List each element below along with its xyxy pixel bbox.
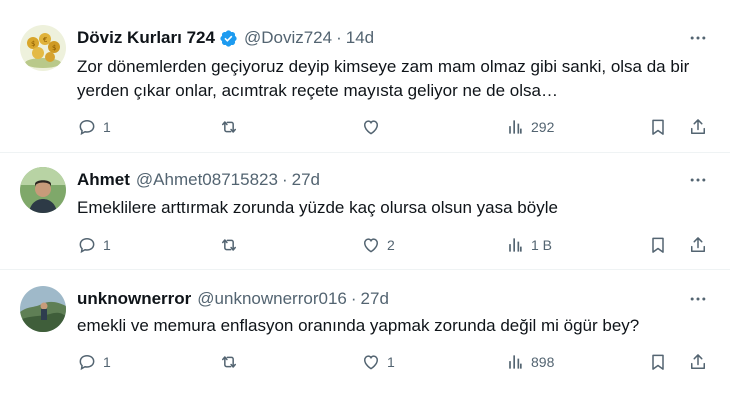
tweet-header: Döviz Kurları 724 @Doviz724 · 14d bbox=[77, 27, 374, 49]
retweet-icon bbox=[222, 121, 236, 133]
tweet-actions: 1 2 1 B bbox=[77, 232, 717, 258]
tweet-actions: 1 292 bbox=[77, 114, 717, 140]
display-name[interactable]: Döviz Kurları 724 bbox=[77, 28, 215, 48]
display-name[interactable]: Ahmet bbox=[77, 170, 130, 190]
bookmark-button[interactable] bbox=[648, 232, 668, 258]
bookmark-icon bbox=[652, 119, 664, 135]
views-icon bbox=[509, 238, 522, 252]
retweet-button[interactable] bbox=[219, 232, 245, 258]
coins-avatar-image: $ € $ bbox=[20, 25, 66, 71]
reply-count: 1 bbox=[103, 237, 111, 253]
tweet-3[interactable]: unknownerror @unknownerror016 · 27d emek… bbox=[0, 270, 730, 420]
retweet-icon bbox=[222, 356, 236, 368]
avatar[interactable]: $ € $ bbox=[20, 25, 66, 71]
like-button[interactable] bbox=[361, 114, 387, 140]
display-name[interactable]: unknownerror bbox=[77, 289, 191, 309]
more-icon[interactable] bbox=[686, 287, 710, 311]
retweet-button[interactable] bbox=[219, 114, 245, 140]
person-avatar-image bbox=[20, 167, 66, 213]
svg-text:€: € bbox=[43, 36, 47, 44]
tweet-2[interactable]: Ahmet @Ahmet08715823 · 27d Emeklilere ar… bbox=[0, 153, 730, 269]
reply-button[interactable]: 1 bbox=[77, 349, 111, 375]
tweet-text: Emeklilere arttırmak zorunda yüzde kaç o… bbox=[77, 198, 558, 217]
more-icon[interactable] bbox=[686, 168, 710, 192]
timestamp[interactable]: 27d bbox=[292, 170, 320, 190]
views-count: 898 bbox=[531, 354, 555, 370]
views-count: 292 bbox=[531, 119, 555, 135]
bookmark-icon bbox=[652, 237, 664, 253]
tweet-text: emekli ve memura enflasyon oranında yapm… bbox=[77, 316, 640, 335]
timestamp[interactable]: 27d bbox=[361, 289, 389, 309]
separator-dot: · bbox=[281, 170, 288, 189]
views-icon bbox=[509, 120, 522, 134]
verified-badge-icon bbox=[219, 29, 238, 48]
reply-icon bbox=[79, 119, 95, 136]
share-button[interactable] bbox=[688, 114, 708, 140]
more-icon[interactable] bbox=[686, 26, 710, 50]
bookmark-button[interactable] bbox=[648, 114, 668, 140]
share-icon bbox=[691, 354, 705, 369]
views-button[interactable]: 292 bbox=[505, 114, 554, 140]
reply-button[interactable]: 1 bbox=[77, 114, 111, 140]
separator-dot: · bbox=[336, 28, 342, 47]
reply-count: 1 bbox=[103, 354, 111, 370]
svg-text:$: $ bbox=[52, 44, 56, 52]
views-count: 1 B bbox=[531, 237, 553, 253]
reply-icon bbox=[79, 354, 95, 371]
reply-icon bbox=[79, 237, 95, 254]
like-button[interactable]: 2 bbox=[361, 232, 395, 258]
reply-count: 1 bbox=[103, 119, 111, 135]
share-icon bbox=[691, 119, 705, 134]
views-button[interactable]: 1 B bbox=[505, 232, 552, 258]
handle[interactable]: @unknownerror016 bbox=[197, 289, 347, 309]
landscape-avatar-image bbox=[20, 286, 66, 332]
separator-dot: · bbox=[350, 289, 357, 308]
tweet-text: Zor dönemlerden geçiyoruz deyip kimseye … bbox=[77, 57, 690, 100]
handle[interactable]: @Doviz724 bbox=[244, 28, 332, 48]
handle[interactable]: @Ahmet08715823 bbox=[136, 170, 278, 190]
like-button[interactable]: 1 bbox=[361, 349, 395, 375]
tweet-header: Ahmet @Ahmet08715823 · 27d bbox=[77, 169, 320, 191]
like-icon bbox=[363, 355, 379, 370]
reply-button[interactable]: 1 bbox=[77, 232, 111, 258]
bookmark-button[interactable] bbox=[648, 349, 668, 375]
bookmark-icon bbox=[652, 354, 664, 370]
like-icon bbox=[363, 120, 379, 135]
svg-text:$: $ bbox=[31, 40, 35, 48]
views-button[interactable]: 898 bbox=[505, 349, 554, 375]
share-button[interactable] bbox=[688, 349, 708, 375]
avatar[interactable] bbox=[20, 167, 66, 213]
like-count: 1 bbox=[387, 354, 395, 370]
avatar[interactable] bbox=[20, 286, 66, 332]
like-icon bbox=[363, 238, 379, 253]
tweet-header: unknownerror @unknownerror016 · 27d bbox=[77, 288, 389, 310]
tweet-1[interactable]: $ € $ Döviz Kurları 724 @Doviz724 · 14d … bbox=[0, 0, 730, 152]
share-button[interactable] bbox=[688, 232, 708, 258]
views-icon bbox=[509, 355, 522, 369]
like-count: 2 bbox=[387, 237, 395, 253]
share-icon bbox=[691, 237, 705, 252]
timestamp[interactable]: 14d bbox=[346, 28, 374, 48]
retweet-button[interactable] bbox=[219, 349, 245, 375]
retweet-icon bbox=[222, 239, 236, 251]
tweet-actions: 1 1 898 bbox=[77, 349, 717, 375]
